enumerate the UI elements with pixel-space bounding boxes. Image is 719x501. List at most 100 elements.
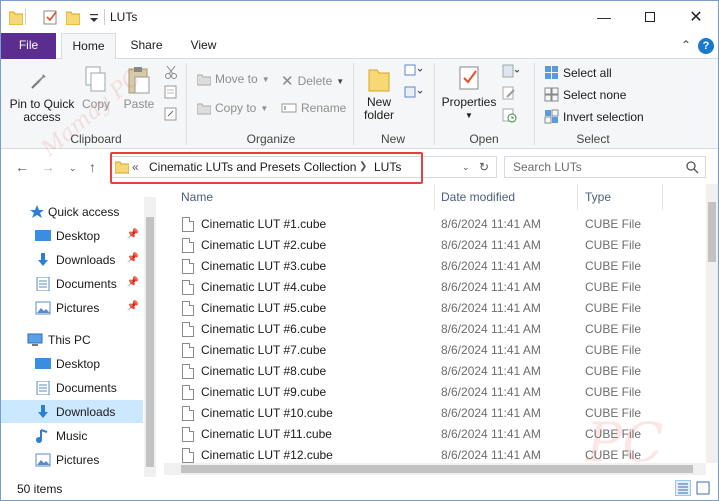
nav-quick-pictures[interactable]: Pictures 📌 [1, 296, 143, 319]
list-scrollbar-thumb[interactable] [708, 202, 716, 262]
back-icon[interactable]: ← [15, 159, 29, 175]
file-row[interactable]: Cinematic LUT #10.cube 8/6/2024 11:41 AM C… [164, 403, 706, 424]
file-row[interactable]: Cinematic LUT #1.cube 8/6/2024 11:41 AM CU… [164, 214, 706, 235]
delete-label: Delete [297, 74, 333, 88]
refresh-icon[interactable]: ↻ [479, 160, 489, 174]
rename-button[interactable]: Rename [281, 101, 346, 115]
file-date: 8/6/2024 11:41 AM [441, 217, 541, 231]
nav-quick-access[interactable]: Quick access [1, 200, 143, 223]
nav-pc-documents[interactable]: Documents [1, 376, 143, 399]
file-row[interactable]: Cinematic LUT #11.cube 8/6/2024 11:41 AM C… [164, 424, 706, 445]
file-row[interactable]: Cinematic LUT #8.cube 8/6/2024 11:41 AM CU… [164, 361, 706, 382]
file-row[interactable]: Cinematic LUT #6.cube 8/6/2024 11:41 AM CU… [164, 319, 706, 340]
tab-share[interactable]: Share [124, 33, 169, 59]
nav-quick-downloads[interactable]: Downloads 📌 [1, 248, 143, 271]
copy-path-icon[interactable] [164, 85, 178, 99]
file-row[interactable]: Cinematic LUT #5.cube 8/6/2024 11:41 AM CU… [164, 298, 706, 319]
column-header-type[interactable]: Type [585, 184, 611, 210]
paste-shortcut-icon[interactable] [164, 107, 178, 121]
file-row[interactable]: Cinematic LUT #7.cube 8/6/2024 11:41 AM CU… [164, 340, 706, 361]
column-separator[interactable] [434, 184, 435, 210]
file-row[interactable]: Cinematic LUT #3.cube 8/6/2024 11:41 AM CU… [164, 256, 706, 277]
column-header-name[interactable]: Name [181, 184, 213, 210]
move-to-button[interactable]: Move to ▼ [197, 72, 270, 86]
nav-pc-music[interactable]: Music [1, 424, 143, 447]
copy-button[interactable]: Copy [81, 65, 111, 111]
file-icon [182, 448, 194, 463]
new-folder-quick-icon[interactable] [66, 9, 80, 25]
recent-locations-icon[interactable]: ⌄ [69, 163, 77, 174]
copy-to-button[interactable]: Copy to ▼ [197, 101, 268, 115]
tab-file[interactable]: File [1, 33, 56, 59]
new-folder-icon [368, 69, 390, 92]
tab-home[interactable]: Home [61, 33, 116, 60]
easy-access-icon[interactable] [403, 85, 423, 101]
file-name: Cinematic LUT #3.cube [201, 259, 327, 273]
nav-pc-pictures[interactable]: Pictures [1, 448, 143, 471]
file-row[interactable]: Cinematic LUT #9.cube 8/6/2024 11:41 AM CU… [164, 382, 706, 403]
forward-icon[interactable]: → [41, 159, 55, 175]
search-input[interactable]: Search LUTs [513, 160, 582, 174]
delete-icon: ✕ [281, 73, 294, 90]
move-to-icon [197, 74, 211, 86]
properties-quick-icon[interactable] [43, 9, 59, 25]
navigation-pane: Quick access Desktop 📌 Downloads 📌 Docum… [1, 197, 158, 477]
nav-scrollbar[interactable] [144, 197, 156, 477]
open-icon[interactable] [501, 63, 519, 79]
file-date: 8/6/2024 11:41 AM [441, 322, 541, 336]
column-separator[interactable] [662, 184, 663, 210]
customize-toolbar-icon[interactable] [89, 9, 99, 25]
file-row[interactable]: Cinematic LUT #12.cube 8/6/2024 11:41 AM C… [164, 445, 706, 464]
file-name: Cinematic LUT #1.cube [201, 217, 327, 231]
paste-button[interactable]: Paste [122, 65, 156, 111]
up-icon[interactable]: ↑ [89, 159, 96, 175]
nav-quick-documents[interactable]: Documents 📌 [1, 272, 143, 295]
history-icon[interactable] [501, 107, 517, 123]
organize-group-label: Organize [246, 132, 296, 146]
tab-view[interactable]: View [181, 33, 226, 59]
edit-icon[interactable] [501, 85, 517, 101]
pin-to-quick-access-button[interactable]: Pin to Quick access [7, 65, 77, 124]
file-row[interactable]: Cinematic LUT #4.cube 8/6/2024 11:41 AM CU… [164, 277, 706, 298]
new-group-label: New [380, 132, 405, 146]
desktop-icon [35, 357, 51, 369]
music-icon [36, 428, 48, 443]
select-none-button[interactable]: Select none [544, 87, 626, 102]
collapse-ribbon-icon[interactable]: ⌃ [681, 38, 691, 52]
large-icons-view-button[interactable] [695, 480, 711, 496]
details-view-button[interactable] [675, 480, 691, 496]
horizontal-scrollbar[interactable] [164, 463, 706, 475]
address-history-icon[interactable]: ⌄ [462, 162, 470, 173]
paste-label: Paste [123, 97, 155, 111]
new-folder-button[interactable]: New folder [359, 65, 399, 122]
paste-icon [128, 67, 150, 94]
column-separator[interactable] [577, 184, 578, 210]
nav-quick-desktop[interactable]: Desktop 📌 [1, 224, 143, 247]
cut-icon[interactable] [164, 65, 178, 79]
close-button[interactable]: ✕ [673, 1, 718, 33]
new-item-icon[interactable] [403, 63, 423, 79]
select-all-button[interactable]: Select all [544, 65, 612, 80]
file-list: Name Date modified Type Cinematic LUT #1… [164, 184, 706, 464]
file-icon [182, 280, 194, 295]
nav-scrollbar-thumb[interactable] [146, 217, 154, 467]
column-header-date[interactable]: Date modified [441, 184, 515, 210]
nav-pc-desktop[interactable]: Desktop [1, 352, 143, 375]
file-type: CUBE File [585, 280, 642, 294]
file-date: 8/6/2024 11:41 AM [441, 406, 541, 420]
search-box[interactable]: Search LUTs [504, 156, 706, 178]
minimize-button[interactable]: — [581, 1, 627, 33]
invert-selection-button[interactable]: Invert selection [544, 109, 644, 124]
nav-label: Downloads [56, 252, 116, 267]
list-scrollbar[interactable] [706, 184, 718, 463]
horizontal-scrollbar-thumb[interactable] [181, 465, 693, 473]
maximize-button[interactable] [627, 1, 673, 33]
file-row[interactable]: Cinematic LUT #2.cube 8/6/2024 11:41 AM CU… [164, 235, 706, 256]
nav-label: This PC [48, 332, 91, 347]
delete-button[interactable]: ✕ Delete ▼ [281, 72, 344, 90]
nav-this-pc[interactable]: This PC [1, 328, 143, 351]
properties-button[interactable]: Properties ▼ [441, 65, 497, 122]
nav-label: Quick access [48, 204, 120, 219]
nav-pc-downloads[interactable]: Downloads [1, 400, 143, 423]
help-icon[interactable]: ? [698, 38, 714, 54]
